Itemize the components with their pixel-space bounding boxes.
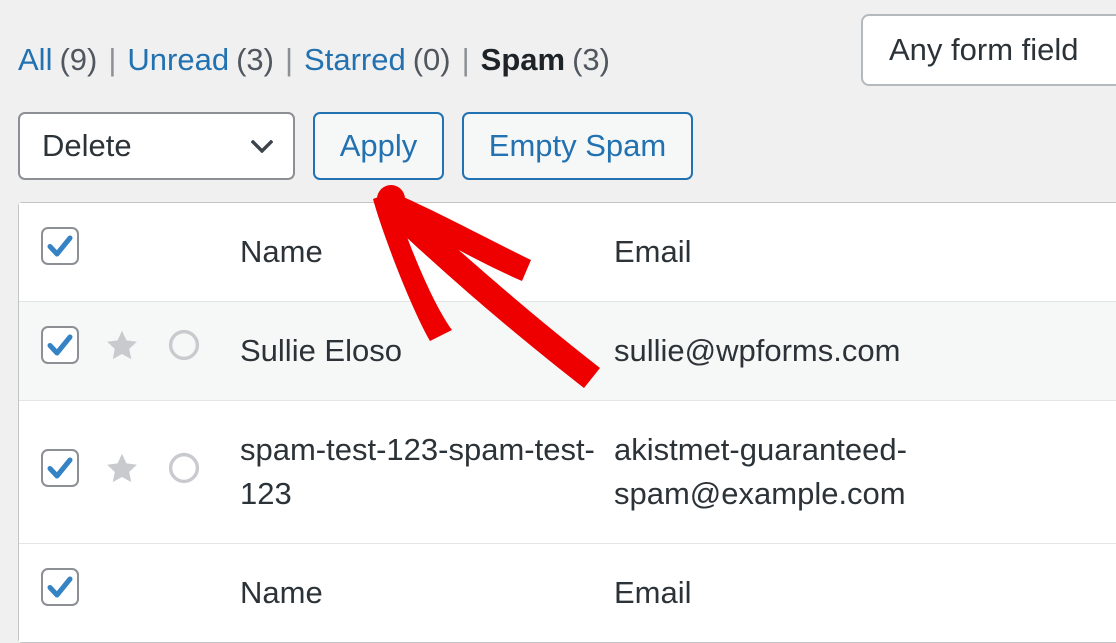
check-icon	[47, 576, 73, 598]
row-name[interactable]: Sullie Eloso	[240, 302, 614, 400]
bulk-actions-toolbar: Delete Apply Empty Spam	[18, 112, 693, 180]
select-all-footer-checkbox[interactable]	[41, 568, 79, 606]
filter-link-unread[interactable]: Unread	[127, 42, 229, 77]
filter-count-spam: (3)	[572, 42, 610, 77]
row-select-checkbox[interactable]	[41, 326, 79, 364]
entry-status-filter-bar: All (9) | Unread (3) | Starred (0) | Spam (3…	[18, 42, 610, 78]
check-icon	[47, 235, 73, 257]
circle-icon[interactable]	[167, 451, 201, 485]
filter-separator: |	[461, 42, 470, 77]
star-icon[interactable]	[105, 451, 139, 485]
empty-spam-button[interactable]: Empty Spam	[462, 112, 693, 180]
column-footer-name[interactable]: Name	[240, 544, 614, 642]
filter-link-spam[interactable]: Spam	[481, 42, 565, 77]
circle-icon[interactable]	[167, 328, 201, 362]
filter-separator: |	[108, 42, 117, 77]
select-all-footer-cell	[19, 544, 101, 606]
chevron-down-icon	[251, 139, 273, 153]
row-name[interactable]: spam-test-123-spam-test-123	[240, 401, 614, 543]
filter-count-starred: (0)	[412, 42, 451, 77]
select-all-checkbox[interactable]	[41, 227, 79, 265]
apply-button[interactable]: Apply	[313, 112, 444, 180]
row-select-checkbox[interactable]	[41, 449, 79, 487]
bulk-action-value: Delete	[42, 128, 132, 163]
row-email: akistmet-guaranteed-spam@example.com	[614, 432, 907, 511]
filter-link-all[interactable]: All	[18, 42, 52, 77]
row-icons-cell	[101, 302, 240, 362]
row-icons-cell	[101, 401, 240, 485]
form-field-select-value: Any form field	[889, 32, 1079, 67]
check-icon	[47, 334, 73, 356]
row-email: sullie@wpforms.com	[614, 333, 901, 368]
star-icon[interactable]	[105, 328, 139, 362]
row-select-cell	[19, 302, 101, 364]
column-header-email[interactable]: Email	[614, 203, 1116, 301]
filter-separator: |	[284, 42, 294, 77]
filter-item-starred[interactable]: Starred (0)	[304, 42, 451, 78]
filter-link-starred[interactable]: Starred	[304, 42, 406, 77]
entries-table: Name Email Sullie Eloso sullie@wpforms.c…	[18, 202, 1116, 643]
column-footer-email[interactable]: Email	[614, 544, 1116, 642]
row-select-cell	[19, 401, 101, 487]
table-footer-row: Name Email	[19, 544, 1116, 642]
filter-item-spam[interactable]: Spam (3)	[481, 42, 610, 78]
form-field-select[interactable]: Any form field	[861, 14, 1116, 86]
table-header-row: Name Email	[19, 203, 1116, 302]
bulk-action-select[interactable]: Delete	[18, 112, 295, 180]
filter-item-unread[interactable]: Unread (3)	[127, 42, 274, 78]
column-header-name[interactable]: Name	[240, 203, 614, 301]
check-icon	[47, 457, 73, 479]
table-row[interactable]: spam-test-123-spam-test-123 akistmet-gua…	[19, 401, 1116, 544]
filter-count-all: (9)	[59, 42, 98, 77]
table-row[interactable]: Sullie Eloso sullie@wpforms.com	[19, 302, 1116, 401]
select-all-cell	[19, 203, 101, 265]
filter-item-all[interactable]: All (9)	[18, 42, 97, 78]
filter-count-unread: (3)	[236, 42, 274, 77]
